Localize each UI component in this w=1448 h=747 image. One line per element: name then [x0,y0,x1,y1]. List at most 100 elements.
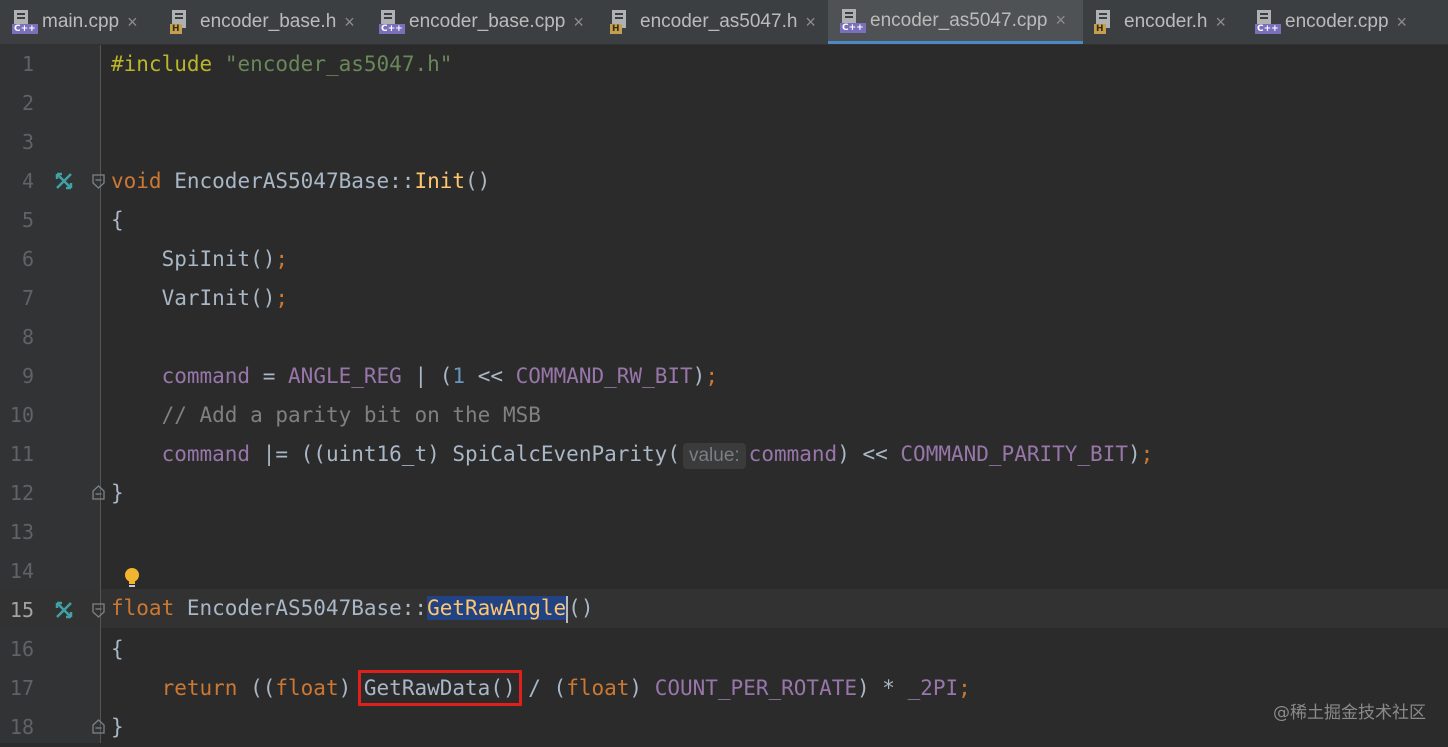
tab-label: encoder_as5047.h [640,11,797,33]
close-icon[interactable]: × [1055,10,1066,31]
selected-function-name[interactable]: GetRawAngle [427,596,566,620]
code-line-16[interactable]: { [111,630,124,669]
line-number: 5 [0,201,34,240]
tab-encoder-h[interactable]: H encoder.h × [1094,0,1226,44]
close-icon[interactable]: × [127,12,138,33]
operator: ) << [837,442,900,466]
close-icon[interactable]: × [573,12,584,33]
cpp-file-icon: C++ [1255,10,1277,34]
semicolon: ; [705,364,718,388]
class-scope: EncoderAS5047Base:: [174,169,414,193]
operator: << [465,364,516,388]
line-number: 16 [0,630,34,669]
cpp-file-icon: C++ [12,10,34,34]
line-number: 6 [0,240,34,279]
fold-icon[interactable] [92,485,105,500]
line-number: 1 [0,45,34,84]
macro[interactable]: COMMAND_RW_BIT [516,364,693,388]
tab-main-cpp[interactable]: C++ main.cpp × [12,0,138,44]
line-number: 3 [0,123,34,162]
paren: (( [237,676,275,700]
tab-encoder-base-cpp[interactable]: C++ encoder_base.cpp × [379,0,584,44]
tab-encoder-base-h[interactable]: H encoder_base.h × [170,0,355,44]
tab-label: encoder_base.cpp [409,11,565,33]
keyword: float [111,596,174,620]
code-line-6[interactable]: SpiInit(); [111,240,288,279]
cpp-file-icon: C++ [379,10,401,34]
cpp-file-icon: C++ [840,9,862,33]
editor-tab-bar: C++ main.cpp × H encoder_base.h × C++ en… [0,0,1448,45]
code-line-5[interactable]: { [111,201,124,240]
code-line-12[interactable]: } [111,474,124,513]
header-file-icon: H [1094,10,1116,34]
code-line-18[interactable]: } [111,708,124,747]
implemented-icon[interactable] [55,172,73,190]
close-icon[interactable]: × [1397,12,1408,33]
close-icon[interactable]: × [1215,12,1226,33]
line-number-current: 15 [0,591,34,630]
close-icon[interactable]: × [805,12,816,33]
tab-label: encoder_base.h [200,11,336,33]
watermark: @稀土掘金技术社区 [1273,698,1426,723]
function-call[interactable]: SpiInit() [162,247,276,271]
fold-icon[interactable] [92,719,105,734]
implemented-icon[interactable] [55,601,73,619]
variable[interactable]: command [162,442,251,466]
paren: ) [629,676,654,700]
fold-icon[interactable] [92,603,105,618]
close-icon[interactable]: × [344,12,355,33]
keyword: float [275,676,338,700]
tab-label: main.cpp [42,11,119,33]
highlighted-function-call[interactable]: GetRawData() [364,676,516,700]
parens: () [568,596,593,620]
lightbulb-icon[interactable] [122,566,142,590]
operator: ) * [857,676,908,700]
line-number: 2 [0,84,34,123]
code-line-11[interactable]: command |= ((uint16_t) SpiCalcEvenParity… [111,435,1153,474]
code-line-15[interactable]: float EncoderAS5047Base::GetRawAngle() [111,589,593,628]
line-number: 17 [0,669,34,708]
keyword: float [566,676,629,700]
tab-label: encoder_as5047.cpp [870,10,1047,32]
keyword: void [111,169,162,193]
tab-encoder-as5047-cpp[interactable]: C++ encoder_as5047.cpp × [828,0,1083,44]
code-line-7[interactable]: VarInit(); [111,279,288,318]
paren: ) [339,676,364,700]
paren: ) [693,364,706,388]
macro[interactable]: ANGLE_REG [288,364,402,388]
code-line-17[interactable]: return ((float) GetRawData() / (float) C… [111,669,971,708]
operator: = [250,364,288,388]
variable[interactable]: command [749,442,838,466]
function-name[interactable]: Init [414,169,465,193]
tab-label: encoder.cpp [1285,11,1389,33]
line-number: 12 [0,474,34,513]
code-line-1[interactable]: #include "encoder_as5047.h" [111,45,452,84]
line-number: 11 [0,435,34,474]
fold-icon[interactable] [92,174,105,189]
tab-encoder-cpp[interactable]: C++ encoder.cpp × [1255,0,1407,44]
tab-encoder-as5047-h[interactable]: H encoder_as5047.h × [610,0,816,44]
code-line-9[interactable]: command = ANGLE_REG | (1 << COMMAND_RW_B… [111,357,718,396]
macro[interactable]: _2PI [908,676,959,700]
macro[interactable]: COMMAND_PARITY_BIT [900,442,1128,466]
line-number: 18 [0,708,34,747]
line-number: 7 [0,279,34,318]
include-path: "encoder_as5047.h" [225,52,453,76]
macro[interactable]: COUNT_PER_ROTATE [655,676,857,700]
operator: / ( [516,676,567,700]
semicolon: ; [275,247,288,271]
line-number: 14 [0,552,34,591]
include-directive: #include [111,52,212,76]
tab-label: encoder.h [1124,11,1207,33]
code-line-4[interactable]: void EncoderAS5047Base::Init() [111,162,490,201]
class-scope: EncoderAS5047Base:: [174,596,427,620]
function-call[interactable]: VarInit() [162,286,276,310]
line-number: 4 [0,162,34,201]
number-literal: 1 [452,364,465,388]
parameter-hint: value: [683,443,746,469]
line-number: 9 [0,357,34,396]
code-line-10-comment[interactable]: // Add a parity bit on the MSB [111,396,541,435]
header-file-icon: H [170,10,192,34]
semicolon: ; [958,676,971,700]
variable[interactable]: command [162,364,251,388]
